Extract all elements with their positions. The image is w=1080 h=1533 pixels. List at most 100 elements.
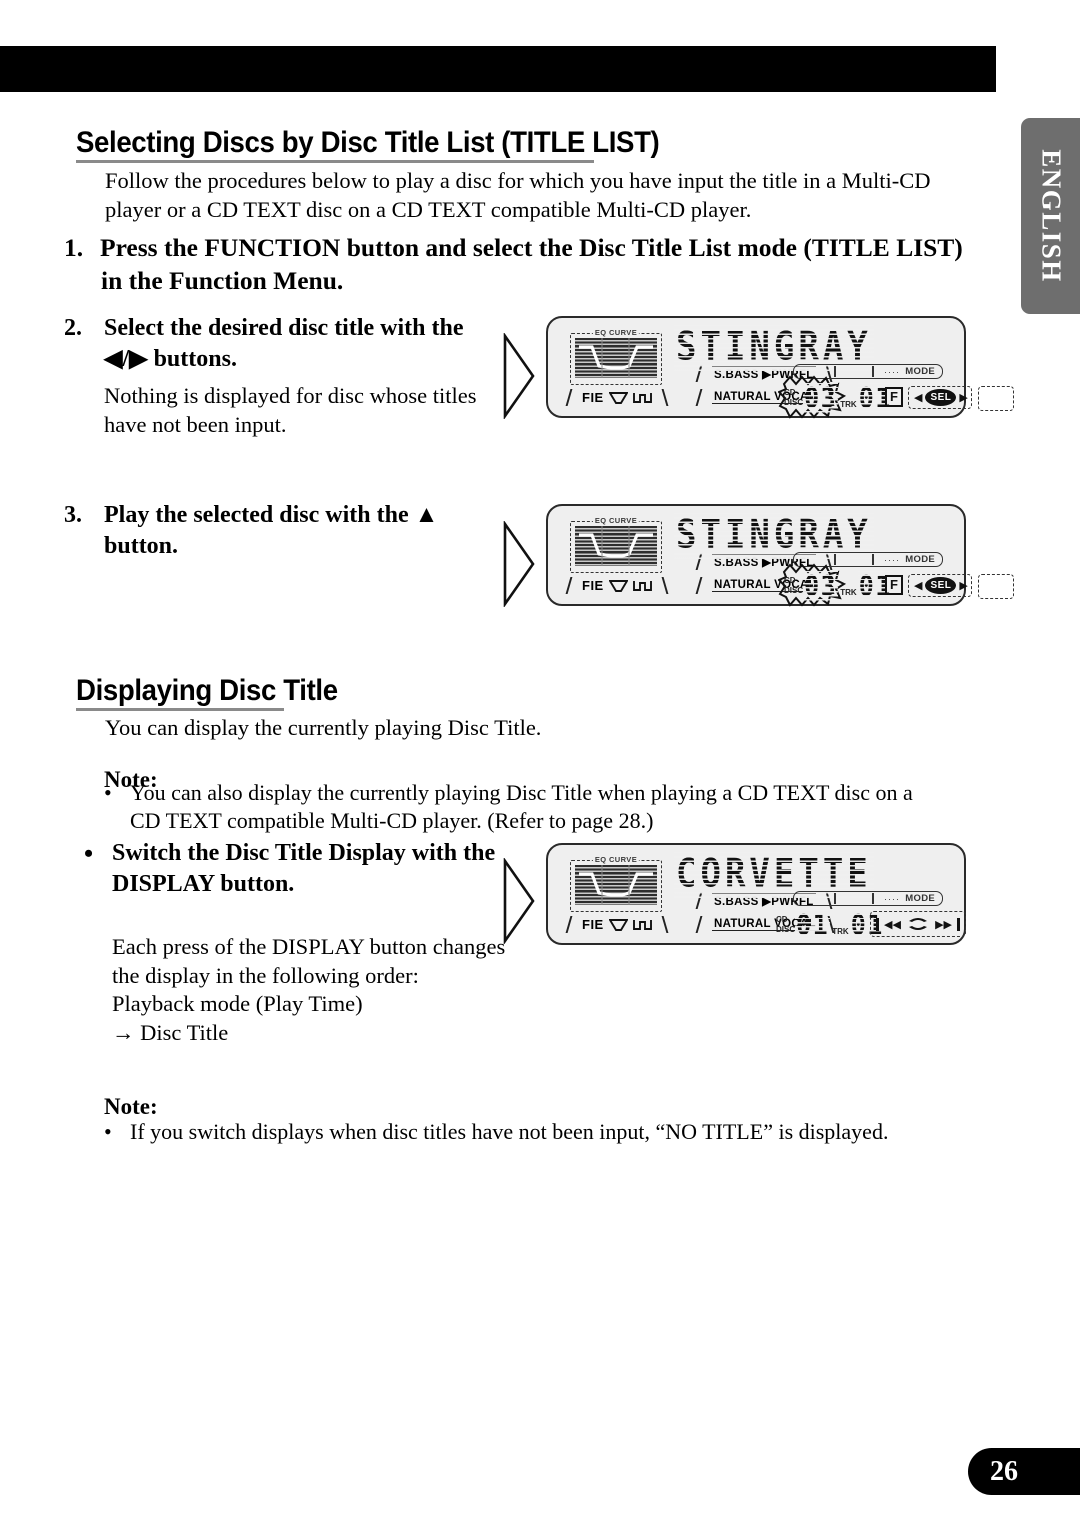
display-switch-instruction: • Switch the Disc Title Display with the… — [84, 838, 504, 900]
sel-label-2: SEL — [925, 577, 957, 594]
section-title-displaying-disc-title: Displaying Disc Title — [76, 674, 338, 707]
bass-curve-icon-2 — [632, 580, 652, 591]
page-content: Selecting Discs by Disc Title List (TITL… — [0, 0, 1014, 1533]
sel-control-1: ◀ SEL ▶ — [908, 386, 972, 409]
f-indicator-1: F — [885, 387, 903, 407]
spare-indicator-box-2 — [978, 574, 1014, 599]
fie-indicator-1: FIE — [565, 389, 669, 406]
track-nav-control-3: ◀◀ ▶▶ — [870, 911, 966, 937]
sel-arrow-left-icon-1: ◀ — [914, 392, 923, 404]
disc-track-readout-2: CD DISC 03 TRK 01 — [784, 568, 893, 603]
lcd-display-1: EQ CURVE FIE S.BASS ▶PWRFL NATURAL VOCAL… — [546, 316, 1014, 419]
mode-dots-1: ···· — [884, 366, 900, 377]
disc-track-readout-3: CD DISC 01 TRK 01 — [776, 907, 885, 942]
display-bullet-icon: • — [84, 839, 94, 868]
cd-label-2: CD — [784, 576, 796, 585]
disc-label-2: DISC — [784, 585, 804, 595]
lcd-display-2: EQ CURVE FIE S.BASS ▶PWRFL NATURAL VOCAL… — [546, 504, 1014, 607]
mode-bar-1: ···· MODE — [793, 364, 943, 379]
cd-label-3: CD — [776, 915, 788, 924]
mode-dots-2: ···· — [884, 554, 900, 565]
step-1: 1. Press the FUNCTION button and select t… — [64, 231, 994, 297]
note-text-1: You can also display the currently playi… — [130, 780, 913, 833]
fie-indicator-3: FIE — [565, 916, 669, 933]
display-order-line-2: → Disc Title — [112, 1019, 229, 1045]
sel-control-2: ◀ SEL ▶ — [908, 574, 972, 597]
bass-curve-icon-1 — [632, 392, 652, 403]
eq-curve-graph-3 — [575, 865, 657, 905]
note-label-2: Note: — [104, 1094, 158, 1119]
display-order-description: Each press of the DISPLAY button changes… — [112, 933, 512, 1047]
updown-pad-icon-3 — [909, 918, 927, 930]
track-end-bar-icon-3 — [957, 917, 960, 931]
step-2-number: 2. — [64, 315, 82, 341]
language-tab-english: ENGLISH — [1021, 118, 1080, 314]
eq-curve-label-3: EQ CURVE — [592, 855, 640, 864]
loudness-curve-icon-3 — [608, 918, 628, 931]
step-3-number: 3. — [64, 502, 82, 528]
eq-curve-label-1: EQ CURVE — [592, 328, 640, 337]
page-number-value: 26 — [990, 1455, 1018, 1487]
step-2: 2. Select the desired disc title with th… — [64, 313, 494, 375]
step-1-line1: Press the FUNCTION button and select the… — [100, 233, 963, 262]
note-bullet-item-2: • If you switch displays when disc title… — [104, 1118, 934, 1146]
note-bullet-item-1: • You can also display the currently pla… — [104, 779, 934, 835]
section-2-intro-text: You can display the currently playing Di… — [105, 715, 542, 740]
f-indicator-2: F — [885, 575, 903, 595]
eq-curve-panel-3: EQ CURVE — [570, 855, 662, 912]
callout-arrow-icon-1 — [502, 333, 536, 419]
nav-next-icon-3: ▶▶ — [935, 918, 952, 931]
mode-label-1: MODE — [905, 366, 935, 377]
lcd-display-3: EQ CURVE FIE S.BASS ▶PWRFL NATURAL VOCAL… — [546, 843, 966, 945]
callout-arrow-icon-3 — [502, 858, 536, 944]
display-order-line-1: Playback mode (Play Time) — [112, 991, 363, 1016]
note-text-2: If you switch displays when disc titles … — [130, 1119, 889, 1144]
mode-bar-3: ···· MODE — [793, 891, 943, 906]
disc-number-3: 01 — [795, 907, 831, 942]
sel-arrow-right-icon-2: ▶ — [959, 580, 968, 592]
sel-arrow-right-icon-1: ▶ — [959, 392, 968, 404]
sel-arrow-left-icon-2: ◀ — [914, 580, 923, 592]
eq-curve-panel-1: EQ CURVE — [570, 328, 662, 385]
fie-label-3: FIE — [582, 917, 604, 932]
note-bullet-icon-2: • — [104, 1119, 112, 1144]
mode-dots-3: ···· — [884, 893, 900, 904]
mode-bar-2: ···· MODE — [793, 552, 943, 567]
section-title-rule — [76, 708, 284, 711]
step-3-text: Play the selected disc with the ▲ button… — [104, 502, 439, 559]
step-1-line2: in the Function Menu. — [101, 266, 344, 295]
loudness-curve-icon-2 — [608, 579, 628, 592]
language-tab-label: ENGLISH — [1036, 149, 1066, 283]
page-number-badge: 26 — [968, 1448, 1080, 1495]
fie-label-2: FIE — [582, 578, 604, 593]
mode-label-3: MODE — [905, 893, 935, 904]
fie-indicator-2: FIE — [565, 577, 669, 594]
loudness-curve-icon-1 — [608, 391, 628, 404]
bass-curve-icon-3 — [632, 919, 652, 930]
step-2-text: Select the desired disc title with the ◀… — [104, 315, 464, 372]
trk-label-2: TRK — [840, 587, 857, 597]
eq-curve-label-2: EQ CURVE — [592, 516, 640, 525]
disc-label-3: DISC — [776, 924, 796, 934]
step-3: 3. Play the selected disc with the ▲ but… — [64, 500, 504, 562]
mode-label-2: MODE — [905, 554, 935, 565]
step-2-note: Nothing is displayed for disc whose titl… — [104, 383, 477, 437]
trk-label-3: TRK — [832, 926, 849, 936]
page-title: Selecting Discs by Disc Title List (TITL… — [76, 126, 660, 159]
trk-label-1: TRK — [840, 399, 857, 409]
fie-label-1: FIE — [582, 390, 604, 405]
disc-number-2: 03 — [803, 568, 839, 603]
display-body-text: Each press of the DISPLAY button changes… — [112, 934, 506, 988]
note-bullet-icon-1: • — [104, 780, 112, 805]
section-intro-text: Follow the procedures below to play a di… — [105, 168, 931, 222]
disc-track-readout-1: CD DISC 03 TRK 01 — [784, 380, 893, 415]
eq-curve-graph-1 — [575, 338, 657, 378]
callout-arrow-icon-2 — [502, 521, 536, 607]
spare-indicator-box-1 — [978, 386, 1014, 411]
display-switch-bold-text: Switch the Disc Title Display with the D… — [112, 840, 496, 897]
cd-label-1: CD — [784, 388, 796, 397]
nav-prev-icon-3: ◀◀ — [884, 918, 901, 931]
eq-curve-graph-2 — [575, 526, 657, 566]
eq-curve-panel-2: EQ CURVE — [570, 516, 662, 573]
disc-label-1: DISC — [784, 397, 804, 407]
